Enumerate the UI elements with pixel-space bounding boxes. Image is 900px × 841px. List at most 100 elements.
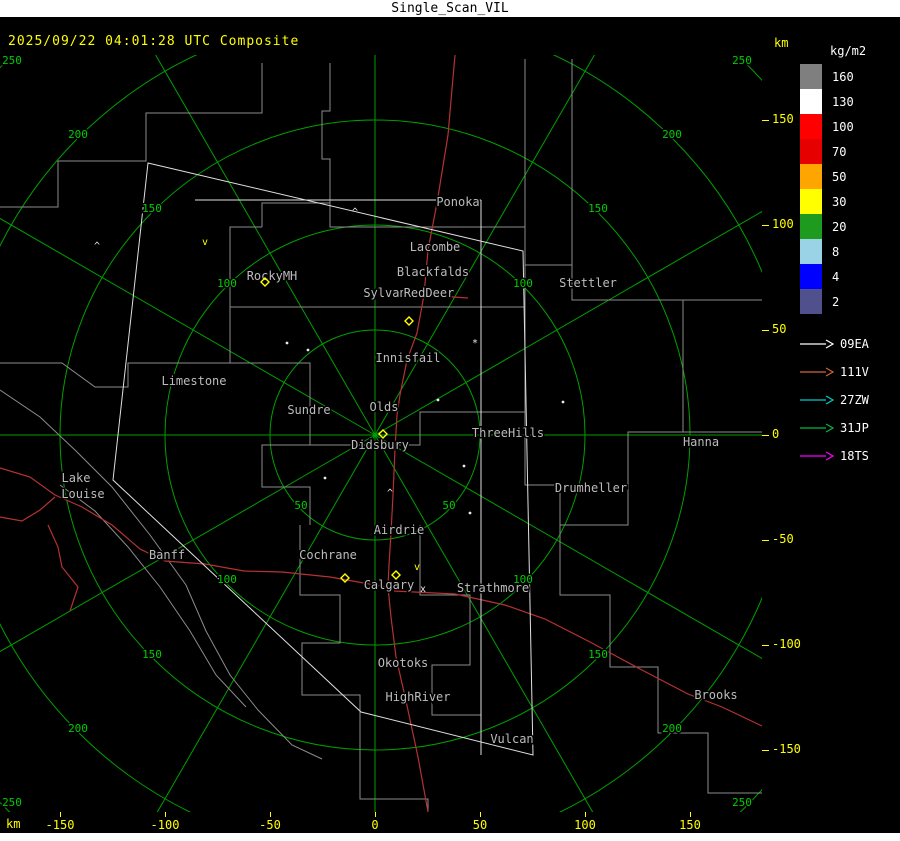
vil-scale-row: 70 (800, 139, 900, 164)
right-axis-tick (762, 540, 769, 541)
vil-scale-row: 100 (800, 114, 900, 139)
vil-scale-row: 130 (800, 89, 900, 114)
city-label: Vulcan (490, 732, 533, 746)
highway-line (47, 524, 79, 612)
right-axis-label: -100 (772, 637, 801, 651)
right-axis-label: -50 (772, 532, 794, 546)
legend-sidebar: kg/m2 160 130 100 70 50 30 20 8 4 2 09EA 111V 27ZW 3… (800, 44, 900, 470)
vil-scale-row: 30 (800, 189, 900, 214)
town-dot-icon (323, 476, 327, 480)
town-dot-icon (462, 464, 466, 468)
boundary-line (359, 759, 429, 812)
range-ring-label: 50 (442, 499, 455, 512)
range-ring-label: 200 (68, 128, 88, 141)
range-ring (0, 0, 900, 841)
bottom-axis-label: -100 (150, 818, 180, 832)
range-ring-label: 200 (662, 722, 682, 735)
city-label: Lacombe (410, 240, 461, 254)
vil-scale-swatch (800, 89, 822, 114)
boundary-line (571, 59, 684, 385)
range-ring-label: 200 (662, 128, 682, 141)
radar-arrow-icon (800, 339, 834, 349)
city-label: Airdrie (374, 523, 425, 537)
vil-scale-value: 50 (832, 169, 847, 184)
vil-scale-value: 20 (832, 219, 847, 234)
radar-legend-row: 09EA (800, 330, 900, 358)
window-title: Single_Scan_VIL (391, 1, 509, 16)
right-axis-tick (762, 225, 769, 226)
city-label: Banff (149, 548, 185, 562)
radar-legend-row: 31JP (800, 414, 900, 442)
point-symbol-icon: * (472, 338, 478, 349)
radar-map-panel[interactable]: 100 150 200 250 100 150 200 250 50 100 150 200 250 50… (0, 0, 900, 841)
radar-map-canvas[interactable]: 1001502002501001502002505010015020025050… (0, 0, 900, 841)
vil-scale-row: 160 (800, 64, 900, 89)
right-axis-label: 150 (772, 112, 794, 126)
vil-scale-value: 130 (832, 94, 854, 109)
city-label: HighRiver (385, 690, 450, 704)
range-ring-label: 150 (142, 202, 162, 215)
range-ring-label: 250 (732, 55, 752, 67)
range-ring-label: 200 (68, 722, 88, 735)
vil-scale-swatch (800, 139, 822, 164)
vil-scale-value: 160 (832, 69, 854, 84)
town-dot-icon (285, 341, 289, 345)
radar-site-id: 31JP (840, 421, 869, 435)
bottom-axis-label: 100 (574, 818, 596, 832)
point-symbol-icon: ^ (94, 241, 100, 252)
point-symbol-icon: v (202, 237, 208, 248)
city-label: Okotoks (378, 656, 429, 670)
station-diamond-icon (378, 429, 388, 439)
bottom-axis-tick (690, 812, 691, 817)
city-label: RedDeer (404, 286, 455, 300)
bottom-axis-tick (270, 812, 271, 817)
radar-legend-row: 27ZW (800, 386, 900, 414)
highway-line (0, 496, 56, 522)
city-label: Cochrane (299, 548, 357, 562)
point-symbol-icon: ^ (352, 207, 358, 218)
radar-site-id: 18TS (840, 449, 869, 463)
scan-boundary-polygon (112, 162, 534, 756)
radar-legend-row: 18TS (800, 442, 900, 470)
point-symbol-icon: x (420, 584, 426, 595)
city-label: RockyMH (247, 269, 298, 283)
bottom-axis-label: 0 (371, 818, 379, 832)
range-ring-label: 250 (2, 796, 22, 809)
vil-scale-value: 4 (832, 269, 840, 284)
right-axis-tick (762, 120, 769, 121)
town-dot-icon (561, 400, 565, 404)
radar-arrow-icon (800, 395, 834, 405)
radar-arrow-icon (800, 423, 834, 433)
city-label: Limestone (161, 374, 226, 388)
right-axis-tick (762, 330, 769, 331)
point-symbol-icon: ^ (387, 488, 393, 499)
right-axis-tick (762, 750, 769, 751)
vil-scale-swatch (800, 189, 822, 214)
vil-scale-row: 20 (800, 214, 900, 239)
right-axis-unit-label: km (774, 36, 789, 50)
vil-scale-value: 100 (832, 119, 854, 134)
city-label: ThreeHills (472, 426, 544, 440)
window-titlebar: Single_Scan_VIL (0, 0, 900, 17)
bottom-axis-label: 50 (472, 818, 488, 832)
range-ring-label: 100 (513, 277, 533, 290)
city-label: Brooks (694, 688, 737, 702)
city-label: Didsbury (351, 438, 409, 452)
vil-scale-row: 2 (800, 289, 900, 314)
station-diamond-icon (340, 573, 350, 583)
vil-scale-value: 70 (832, 144, 847, 159)
right-axis-tick (762, 435, 769, 436)
bottom-axis-tick (585, 812, 586, 817)
bottom-axis-tick (480, 812, 481, 817)
town-dot-icon (468, 511, 472, 515)
range-ring-label: 250 (732, 796, 752, 809)
vil-scale-swatch (800, 164, 822, 189)
right-axis-label: 50 (772, 322, 787, 336)
range-ring-label: 50 (294, 499, 307, 512)
radar-legend-row: 111V (800, 358, 900, 386)
range-ring-label: 100 (217, 277, 237, 290)
vil-scale-swatch (800, 289, 822, 314)
boundary-line (0, 63, 263, 208)
city-label: Lake (62, 471, 91, 485)
range-ring-label: 150 (588, 202, 608, 215)
